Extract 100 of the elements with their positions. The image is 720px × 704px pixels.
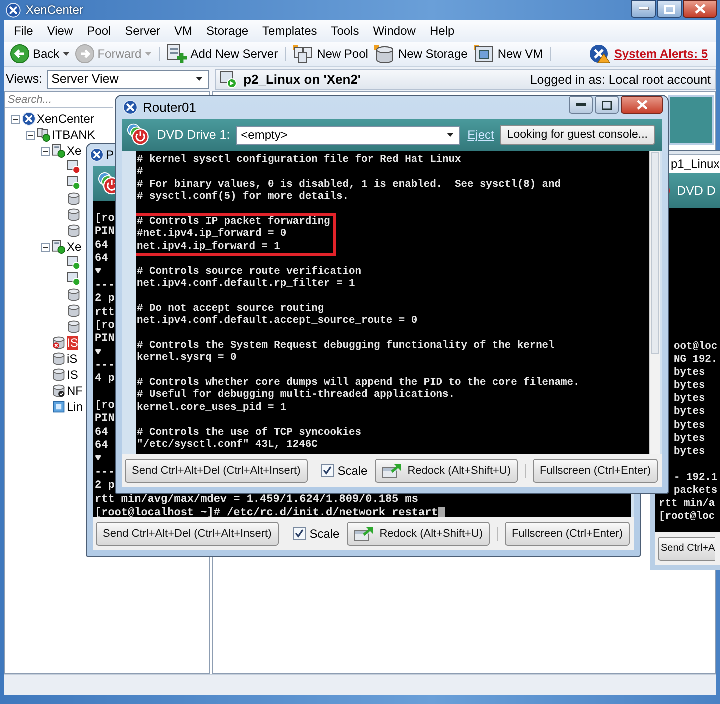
window-title: Router01 (143, 100, 196, 115)
window-title: XenCenter (26, 3, 84, 17)
menu-item[interactable]: Tools (324, 24, 366, 38)
menu-item[interactable]: Help (422, 24, 462, 38)
tree-item-label[interactable]: Xe (67, 144, 82, 158)
menu-item[interactable]: Pool (80, 24, 118, 38)
new-storage-button[interactable]: New Storage (372, 44, 469, 64)
console-line: - 192.1 (674, 472, 718, 486)
console-line: rtt (95, 306, 115, 320)
pool-icon (37, 128, 51, 142)
fullscreen-button[interactable]: Fullscreen (Ctrl+Enter) (533, 458, 658, 482)
console-line: # Controls IP packet forwarding (137, 216, 330, 228)
new-pool-button[interactable]: New Pool (291, 44, 370, 64)
collapse-icon[interactable] (26, 130, 35, 140)
guest-console-button[interactable]: Looking for guest console... (500, 125, 655, 145)
tree-item-label[interactable]: Xe (67, 240, 82, 254)
tree-item-label[interactable]: IS (67, 336, 78, 350)
tree-item-label[interactable]: IS (67, 368, 78, 382)
console-line: # Do not accept source routing (137, 302, 324, 315)
tree-item-label[interactable]: Lin (67, 400, 84, 414)
system-alerts-link[interactable]: System Alerts: 5 (589, 44, 708, 64)
redock-button[interactable]: Redock (Alt+Shift+U) (374, 458, 518, 482)
scale-checkbox[interactable] (320, 464, 334, 477)
minimize-icon (576, 103, 586, 107)
storage-icon (67, 320, 81, 334)
console-line: #net.ipv4.ip_forward = 0 (137, 228, 287, 241)
console-line: [ro (95, 213, 115, 226)
maximize-button[interactable] (595, 96, 619, 114)
views-dropdown[interactable]: Server View (46, 70, 209, 88)
console-line: 64 (95, 253, 108, 266)
tree-item-label[interactable]: NF (67, 384, 83, 398)
menu-item[interactable]: Templates (256, 24, 324, 38)
xen-logo-icon (6, 2, 21, 18)
console-screen[interactable] (136, 151, 649, 454)
console-line: 64 (95, 240, 108, 254)
close-icon (694, 4, 706, 14)
console-line: # Controls the System Request debugging functionality of the kernel (137, 340, 555, 352)
console-line: # (137, 166, 144, 179)
send-ctrl-alt-del-button[interactable]: Send Ctrl+A (658, 536, 716, 560)
collapse-icon[interactable] (11, 114, 20, 124)
menu-item[interactable]: File (7, 24, 40, 38)
console-line: [ro (95, 400, 115, 414)
tree-item-label[interactable]: iS (67, 352, 78, 366)
collapse-icon[interactable] (41, 146, 50, 156)
console-line: --- (95, 280, 115, 294)
send-ctrl-alt-del-button[interactable]: Send Ctrl+Alt+Del (Ctrl+Alt+Insert) (125, 458, 308, 482)
menu-item[interactable]: VM (168, 24, 200, 38)
login-status: Logged in as: Local root account (530, 72, 711, 86)
console-line: bytes (674, 393, 706, 406)
maximize-button[interactable] (657, 0, 682, 18)
storage-icon (67, 192, 81, 206)
maximize-icon (664, 4, 675, 14)
menu-item[interactable]: Window (366, 24, 423, 38)
toolbar-background (668, 95, 714, 145)
back-button[interactable]: Back (9, 44, 71, 64)
search-field[interactable]: Search... (5, 92, 113, 108)
new-vm-button[interactable]: New VM (472, 44, 554, 64)
close-button[interactable] (621, 96, 663, 114)
console-line: 2 p (95, 480, 115, 494)
console-line: net.ipv4.conf.default.rp_filter = 1 (137, 278, 356, 290)
console-line: ♥ (95, 266, 102, 280)
minimize-button[interactable] (631, 0, 656, 18)
dropdown-caret-icon (62, 52, 70, 56)
menu-item[interactable]: View (40, 24, 80, 38)
scale-label: Scale (338, 464, 368, 478)
send-ctrl-alt-del-button[interactable]: Send Ctrl+Alt+Del (Ctrl+Alt+Insert) (96, 522, 279, 546)
scale-label: Scale (310, 526, 340, 540)
add-server-button[interactable]: Add New Server (164, 44, 288, 64)
storage-icon (67, 304, 81, 318)
redock-button[interactable]: Redock (Alt+Shift+U) (346, 522, 490, 546)
console-line: ♥ (95, 346, 102, 360)
scale-checkbox[interactable] (292, 527, 306, 540)
checkmark-icon (294, 529, 304, 538)
tree-item-label[interactable]: XenCenter (37, 112, 94, 126)
server-icon (52, 240, 66, 254)
console-line: PIN (95, 413, 115, 427)
fullscreen-button[interactable]: Fullscreen (Ctrl+Enter) (505, 522, 630, 546)
close-button[interactable] (683, 0, 717, 18)
console-line: 4 p (95, 373, 115, 387)
console-line: # Controls source route verification (137, 266, 362, 278)
console-line: # Useful for debugging multi-threaded applications. (137, 389, 456, 402)
tree-item-label[interactable]: ITBANK (52, 128, 96, 142)
minimize-button[interactable] (569, 96, 593, 114)
menu-item[interactable]: Server (118, 24, 168, 38)
vm-icon (67, 176, 81, 190)
dvd-drive-dropdown[interactable]: <empty> (236, 126, 460, 144)
console-line: # kernel sysctl configuration file for Red Hat Linux (137, 154, 462, 166)
console-line: ♥ (95, 453, 102, 467)
console-line: bytes (674, 446, 706, 459)
console-line: # For binary values, 0 is disabled, 1 is enabled. See sysctl(8) and (137, 178, 562, 191)
collapse-icon[interactable] (41, 242, 50, 252)
scrollbar[interactable] (649, 151, 660, 454)
storage-icon (52, 368, 66, 382)
menu-item[interactable]: Storage (200, 24, 256, 38)
storage-icon (52, 352, 66, 366)
dropdown-caret-icon (446, 133, 454, 137)
console-line: NG 192. (674, 354, 718, 368)
console-line: kernel.core_uses_pid = 1 (137, 402, 287, 414)
console-line: # sysctl.conf(5) for more details. (137, 191, 350, 204)
console-tab[interactable]: p1_Linux (667, 154, 720, 173)
